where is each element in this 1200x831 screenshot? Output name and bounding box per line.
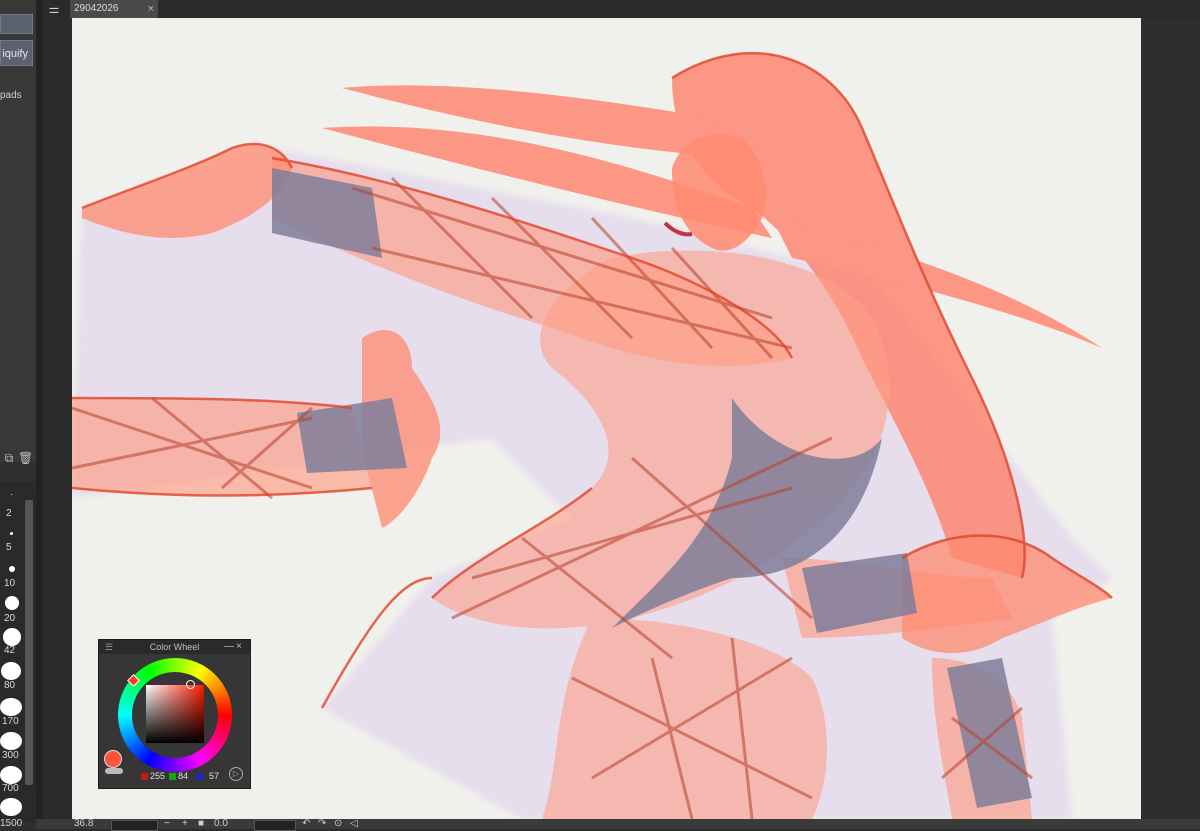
color-mode-switch-icon[interactable]: ▷	[229, 767, 243, 781]
rotate-right-icon[interactable]: ↷	[318, 818, 326, 829]
main-color-swatch[interactable]	[104, 750, 122, 768]
blue-value[interactable]: 57	[209, 771, 219, 781]
brush-preview	[0, 798, 22, 816]
stop-icon[interactable]: ■	[198, 818, 204, 829]
sub-color-swatch[interactable]	[105, 768, 123, 774]
tool-variant-button[interactable]	[0, 14, 33, 34]
brush-preview	[10, 532, 13, 535]
liquify-label: iquify	[2, 48, 28, 60]
document-tab[interactable]: 29042026 ×	[70, 0, 158, 18]
sv-marker[interactable]	[186, 680, 195, 689]
zoom-slider[interactable]	[111, 820, 158, 831]
green-channel-icon	[169, 773, 176, 780]
brush-preview	[5, 596, 19, 610]
document-tab-bar	[72, 0, 1200, 18]
brush-size-label: 2	[6, 508, 12, 519]
brush-size-label: 700	[2, 783, 19, 794]
brush-preview	[0, 766, 22, 784]
zoom-in-button[interactable]: +	[182, 818, 188, 829]
panel-settings-icon[interactable]: ⚌	[44, 2, 64, 16]
brush-size-label: 170	[2, 716, 19, 727]
brush-size-label: 5	[6, 542, 12, 553]
right-panel-area	[1141, 18, 1200, 819]
saturation-value-square[interactable]	[146, 685, 204, 743]
panel-collapse-strip	[42, 0, 72, 829]
brush-preview	[3, 628, 21, 646]
red-value[interactable]: 255	[150, 771, 165, 781]
brush-preview	[9, 566, 15, 572]
red-channel-icon	[141, 773, 148, 780]
brush-size-label: 300	[2, 750, 19, 761]
zoom-value[interactable]: 36.8	[74, 818, 93, 829]
blue-channel-icon	[196, 773, 203, 780]
rotate-slider[interactable]	[254, 820, 296, 831]
liquify-button[interactable]: iquify	[0, 40, 33, 66]
tool-property-panel: iquify pads ⧉ 🗑	[0, 0, 36, 465]
trash-icon[interactable]: 🗑	[18, 451, 33, 465]
pads-label: pads	[0, 90, 22, 101]
brush-list-scrollbar[interactable]	[25, 500, 33, 785]
flip-horizontal-icon[interactable]: ◁	[350, 818, 358, 829]
green-value[interactable]: 84	[178, 771, 188, 781]
brush-preview	[0, 732, 22, 750]
document-tab-title: 29042026	[74, 3, 119, 14]
rotate-left-icon[interactable]: ↶	[302, 818, 310, 829]
close-icon[interactable]: ×	[236, 640, 242, 654]
close-icon[interactable]: ×	[148, 0, 154, 18]
brush-size-label: 20	[4, 613, 16, 624]
zoom-out-button[interactable]: −	[164, 818, 170, 829]
brush-size-label: 1500	[0, 818, 23, 829]
brush-preview	[11, 494, 12, 495]
brush-size-label: 10	[4, 578, 16, 589]
status-bar: 36.8 − + ■ 0.0 ↶ ↷ ⊙ ◁	[36, 818, 1200, 831]
brush-size-label: 42	[4, 645, 16, 656]
reset-rotation-icon[interactable]: ⊙	[334, 818, 342, 829]
angle-value[interactable]: 0.0	[214, 818, 228, 829]
brush-preview	[1, 662, 21, 680]
brush-size-label: 80	[4, 680, 16, 691]
copy-layer-icon[interactable]: ⧉	[2, 451, 16, 465]
panel-menu-icon[interactable]: ☰	[105, 640, 113, 654]
brush-preview	[0, 698, 22, 716]
color-wheel-panel: Color Wheel ☰ — × 255 84 57 ▷	[98, 639, 251, 789]
minimize-icon[interactable]: —	[224, 640, 234, 654]
